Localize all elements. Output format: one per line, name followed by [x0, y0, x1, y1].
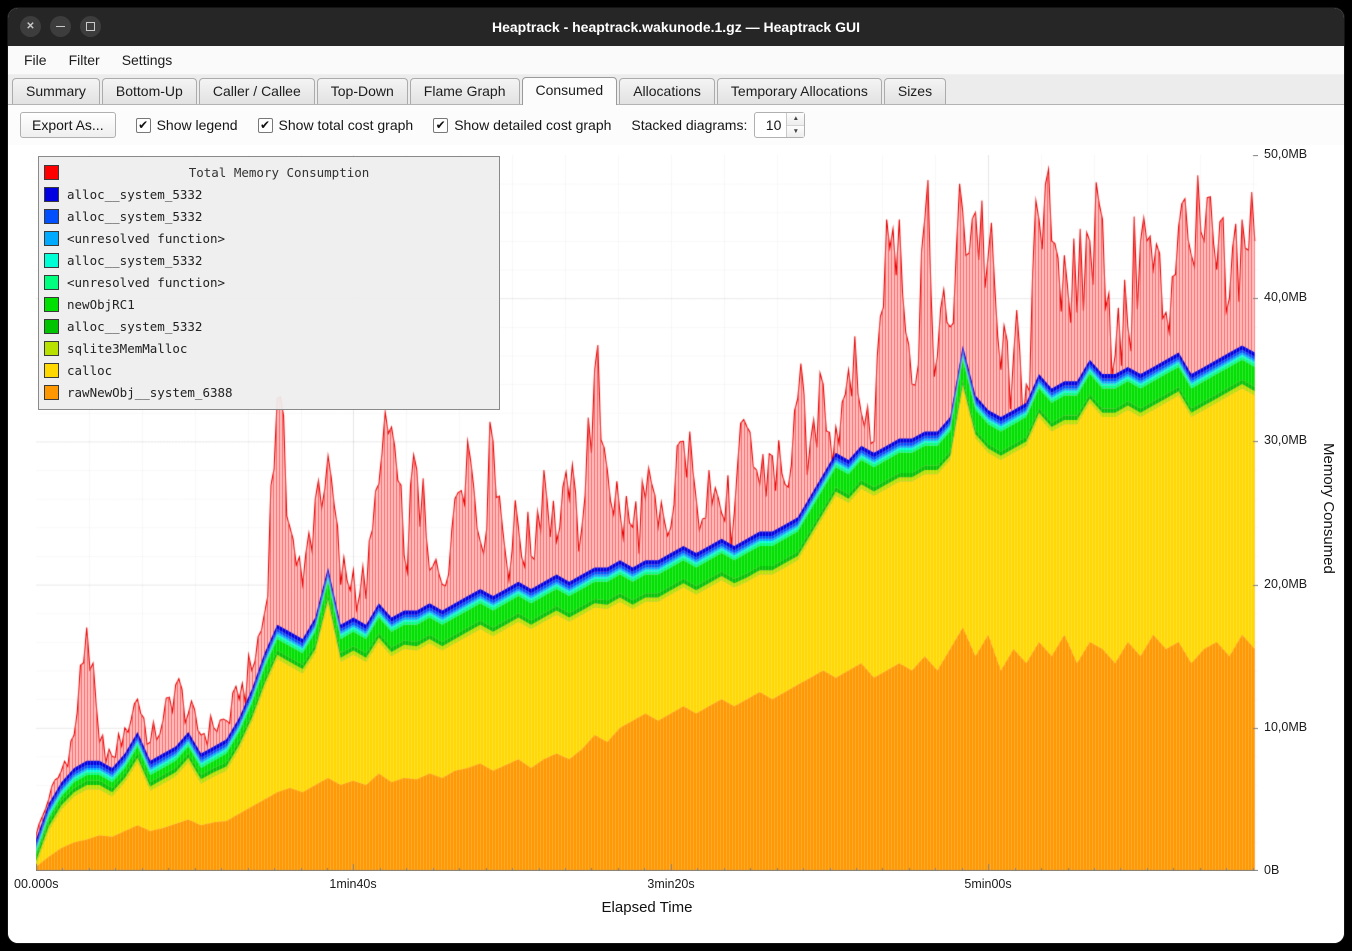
stacked-diagrams-spinner[interactable]: 10 ▲ ▼ [754, 112, 805, 138]
menu-item-settings[interactable]: Settings [112, 49, 183, 71]
y-tick-label: 30,0MB [1264, 433, 1307, 447]
legend-item: rawNewObj__system_6388 [44, 381, 491, 403]
legend-label: alloc__system_5332 [67, 319, 202, 334]
stacked-diagrams-label: Stacked diagrams: [631, 117, 747, 133]
legend-item: <unresolved function> [44, 227, 491, 249]
title-bar: ✕ Heaptrack - heaptrack.wakunode.1.gz — … [8, 8, 1344, 46]
window-controls: ✕ [20, 16, 101, 37]
tab-consumed[interactable]: Consumed [522, 77, 618, 105]
tab-caller-callee[interactable]: Caller / Callee [199, 78, 315, 104]
maximize-button[interactable] [80, 16, 101, 37]
chart-toolbar: Export As... ✔ Show legend ✔ Show total … [8, 105, 1344, 145]
legend-title: Total Memory Consumption [67, 165, 491, 180]
legend-swatch [44, 165, 59, 180]
menu-bar: File Filter Settings [8, 46, 1344, 75]
y-tick-label: 0B [1264, 863, 1279, 877]
close-icon: ✕ [26, 21, 34, 32]
legend-item: alloc__system_5332 [44, 249, 491, 271]
legend-label: newObjRC1 [67, 297, 135, 312]
legend-swatch [44, 187, 59, 202]
legend-item: sqlite3MemMalloc [44, 337, 491, 359]
checkbox-icon: ✔ [258, 118, 273, 133]
x-tick-label: 1min40s [329, 877, 376, 891]
legend-item: alloc__system_5332 [44, 205, 491, 227]
window-title: Heaptrack - heaptrack.wakunode.1.gz — He… [492, 19, 860, 35]
show-detailed-cost-checkbox[interactable]: ✔ Show detailed cost graph [433, 117, 611, 133]
legend-swatch [44, 319, 59, 334]
tab-flame-graph[interactable]: Flame Graph [410, 78, 520, 104]
spin-down-icon[interactable]: ▼ [787, 126, 804, 138]
x-tick-label: 3min20s [647, 877, 694, 891]
legend-swatch [44, 253, 59, 268]
legend-item: alloc__system_5332 [44, 183, 491, 205]
legend-label: rawNewObj__system_6388 [67, 385, 233, 400]
maximize-icon [86, 22, 95, 31]
legend-item: alloc__system_5332 [44, 315, 491, 337]
tab-bottom-up[interactable]: Bottom-Up [102, 78, 197, 104]
show-total-cost-checkbox[interactable]: ✔ Show total cost graph [258, 117, 414, 133]
checkbox-label: Show legend [157, 117, 238, 133]
tab-bar: Summary Bottom-Up Caller / Callee Top-Do… [8, 75, 1344, 105]
legend-label: alloc__system_5332 [67, 253, 202, 268]
x-tick-label: 00.000s [14, 877, 58, 891]
spin-up-icon[interactable]: ▲ [787, 113, 804, 126]
stacked-diagrams-value: 10 [755, 113, 786, 137]
y-tick-label: 10,0MB [1264, 720, 1307, 734]
minimize-button[interactable] [50, 16, 71, 37]
show-legend-checkbox[interactable]: ✔ Show legend [136, 117, 238, 133]
x-tick-label: 5min00s [964, 877, 1011, 891]
checkbox-label: Show detailed cost graph [454, 117, 611, 133]
y-tick-label: 40,0MB [1264, 290, 1307, 304]
checkbox-icon: ✔ [136, 118, 151, 133]
legend-swatch [44, 385, 59, 400]
y-tick-label: 50,0MB [1264, 147, 1307, 161]
legend-swatch [44, 275, 59, 290]
x-axis-title: Elapsed Time [602, 899, 693, 916]
menu-item-file[interactable]: File [14, 49, 57, 71]
legend-swatch [44, 341, 59, 356]
legend-swatch [44, 231, 59, 246]
export-as-button[interactable]: Export As... [20, 112, 116, 138]
legend-label: alloc__system_5332 [67, 187, 202, 202]
legend-label: calloc [67, 363, 112, 378]
menu-item-filter[interactable]: Filter [59, 49, 110, 71]
stacked-diagrams-control: Stacked diagrams: 10 ▲ ▼ [631, 112, 805, 138]
tab-top-down[interactable]: Top-Down [317, 78, 408, 104]
app-window: ✕ Heaptrack - heaptrack.wakunode.1.gz — … [8, 8, 1344, 943]
tab-allocations[interactable]: Allocations [619, 78, 715, 104]
tab-sizes[interactable]: Sizes [884, 78, 946, 104]
tab-temporary-allocations[interactable]: Temporary Allocations [717, 78, 882, 104]
tab-summary[interactable]: Summary [12, 78, 100, 104]
minimize-icon [56, 26, 65, 28]
legend-item: calloc [44, 359, 491, 381]
legend-label: alloc__system_5332 [67, 209, 202, 224]
legend-item: <unresolved function> [44, 271, 491, 293]
chart-panel: Total Memory Consumption alloc__system_53… [8, 145, 1344, 943]
chart-legend: Total Memory Consumption alloc__system_53… [38, 156, 500, 410]
legend-item: newObjRC1 [44, 293, 491, 315]
y-tick-label: 20,0MB [1264, 577, 1307, 591]
legend-swatch [44, 363, 59, 378]
legend-label: <unresolved function> [67, 275, 225, 290]
close-button[interactable]: ✕ [20, 16, 41, 37]
legend-swatch [44, 297, 59, 312]
legend-label: <unresolved function> [67, 231, 225, 246]
legend-swatch [44, 209, 59, 224]
checkbox-icon: ✔ [433, 118, 448, 133]
checkbox-label: Show total cost graph [279, 117, 414, 133]
y-axis-title: Memory Consumed [1320, 443, 1337, 574]
legend-title-row: Total Memory Consumption [44, 161, 491, 183]
legend-label: sqlite3MemMalloc [67, 341, 187, 356]
